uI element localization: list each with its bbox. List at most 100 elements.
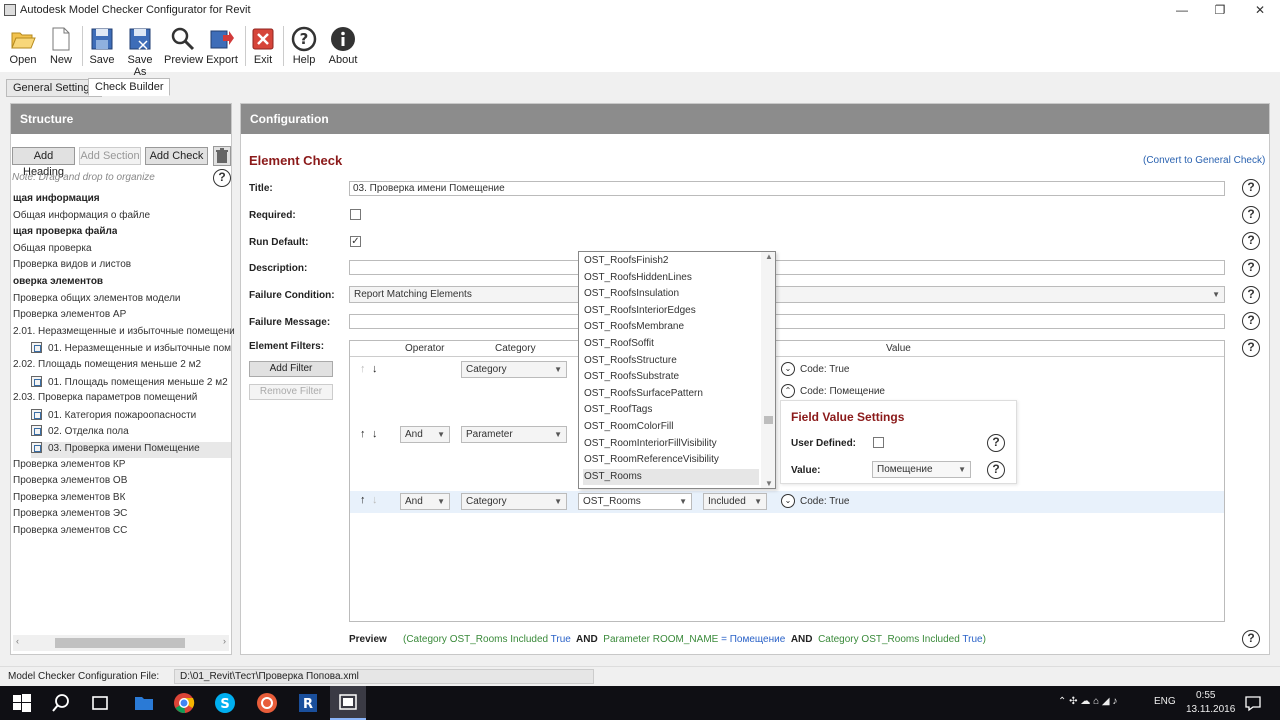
tree-section-item[interactable]: Проверка элементов СС [13, 525, 127, 541]
move-down-icon[interactable]: ↓ [372, 494, 378, 506]
file-explorer-icon[interactable] [132, 691, 156, 715]
dropdown-option[interactable]: OST_RoofsInteriorEdges [583, 303, 759, 319]
category-select[interactable]: Category ▼ [461, 493, 567, 510]
taskbar-active-app[interactable] [330, 686, 366, 720]
dropdown-option[interactable]: OST_RoomInteriorFillVisibility [583, 436, 759, 452]
tree-check-item[interactable]: 01. Неразмещенные и избыточные пом [31, 342, 231, 358]
tree-check-item[interactable]: 02. Отделка пола [31, 425, 129, 441]
tree-section-item[interactable]: Проверка элементов ОВ [13, 475, 127, 491]
tree-section-item[interactable]: щая информация [13, 193, 100, 209]
dropdown-option[interactable]: OST_RoofsHiddenLines [583, 270, 759, 286]
tree-section-item[interactable]: Проверка элементов ЭС [13, 508, 127, 524]
scroll-up-icon[interactable]: ▲ [765, 252, 773, 261]
required-checkbox[interactable] [350, 209, 361, 220]
add-section-button[interactable]: Add Section [79, 147, 141, 165]
run-default-help-icon[interactable]: ? [1242, 232, 1260, 250]
tree-section-item[interactable]: 2.03. Проверка параметров помещений [13, 392, 197, 408]
chrome-icon[interactable] [172, 691, 196, 715]
structure-help-icon[interactable]: ? [213, 169, 231, 187]
scroll-left-icon[interactable]: ‹ [16, 636, 19, 646]
dropdown-option[interactable]: OST_RoofsFinish2 [583, 253, 759, 269]
tree-section-item[interactable]: Общая информация о файле [13, 210, 150, 226]
tree-section-item[interactable]: Проверка элементов КР [13, 459, 125, 475]
description-help-icon[interactable]: ? [1242, 259, 1260, 277]
category-select[interactable]: Parameter ▼ [461, 426, 567, 443]
delete-button[interactable] [213, 146, 231, 166]
move-down-icon[interactable]: ↓ [372, 428, 378, 440]
expand-icon[interactable]: ⌄ [781, 494, 795, 508]
add-heading-button[interactable]: Add Heading [12, 147, 75, 178]
save-button[interactable]: Save [86, 20, 118, 70]
add-check-button[interactable]: Add Check [145, 147, 208, 165]
revit-icon[interactable]: R [296, 691, 320, 715]
dropdown-option[interactable]: OST_RoofsSubstrate [583, 369, 759, 385]
move-up-icon[interactable]: ↑ [360, 363, 366, 375]
close-window-button[interactable]: ✕ [1240, 0, 1280, 20]
filter-row-selected[interactable]: ↑ ↓ And ▼ Category ▼ OST_Rooms ▼ Included ▼ … [350, 491, 1224, 513]
user-defined-help-icon[interactable]: ? [987, 434, 1005, 452]
tree-section-item[interactable]: Проверка элементов ВК [13, 492, 125, 508]
move-up-icon[interactable]: ↑ [360, 428, 366, 440]
about-button[interactable]: About [324, 20, 362, 70]
dropdown-option[interactable]: OST_RoofsInsulation [583, 286, 759, 302]
operator-select[interactable]: And ▼ [400, 493, 450, 510]
move-down-icon[interactable]: ↓ [372, 363, 378, 375]
dropdown-option[interactable]: OST_Rooms [583, 468, 759, 485]
title-input[interactable]: 03. Проверка имени Помещение [349, 181, 1225, 196]
tree-section-item[interactable]: Общая проверка [13, 243, 92, 259]
search-icon[interactable] [49, 691, 73, 715]
language-indicator[interactable]: ENG [1154, 696, 1176, 707]
tree-section-item[interactable]: Проверка элементов АР [13, 309, 126, 325]
preview-help-icon[interactable]: ? [1242, 630, 1260, 648]
minimize-button[interactable]: — [1162, 0, 1202, 20]
clock-time[interactable]: 0:55 [1196, 690, 1215, 701]
convert-to-general-check-link[interactable]: (Convert to General Check) [1143, 155, 1265, 166]
export-button[interactable]: Export [204, 20, 240, 70]
category-dropdown-list[interactable]: OST_RoofsFinish2 OST_RoofsHiddenLines OST_… [578, 251, 776, 489]
add-filter-button[interactable]: Add Filter [249, 361, 333, 377]
element-filters-help-icon[interactable]: ? [1242, 339, 1260, 357]
user-defined-checkbox[interactable] [873, 437, 884, 448]
tree-horizontal-scrollbar[interactable]: ‹ › [13, 635, 229, 651]
notifications-icon[interactable] [1244, 694, 1262, 712]
open-button[interactable]: Open [4, 20, 42, 70]
failure-condition-select[interactable]: Report Matching Elements ▼ [349, 286, 1225, 303]
windows-start-icon[interactable] [10, 691, 34, 715]
new-button[interactable]: New [44, 20, 78, 70]
dropdown-option[interactable]: OST_RoofSoffit [583, 336, 759, 352]
tree-section-item[interactable]: Проверка видов и листов [13, 259, 131, 275]
tree-check-item[interactable]: 01. Площадь помещения меньше 2 м2 [31, 375, 228, 392]
help-button[interactable]: ? Help [286, 20, 322, 70]
tree-section-item[interactable]: 2.02. Площадь помещения меньше 2 м2 [13, 359, 201, 375]
tree-section-item[interactable]: Проверка общих элементов модели [13, 293, 181, 309]
dropdown-option[interactable]: OST_RoofsStructure [583, 353, 759, 369]
run-default-checkbox[interactable]: ✓ [350, 236, 361, 247]
dropdown-option[interactable]: OST_RoofsMembrane [583, 319, 759, 335]
preview-button[interactable]: Preview [164, 20, 203, 70]
required-help-icon[interactable]: ? [1242, 206, 1260, 224]
tray-icons[interactable]: ⌃ ✣ ☁ ⌂ ◢ ♪ [1058, 696, 1117, 707]
failure-condition-help-icon[interactable]: ? [1242, 286, 1260, 304]
tree-check-item[interactable]: 03. Проверка имени Помещение [31, 442, 231, 458]
skype-icon[interactable]: S [213, 691, 237, 715]
dropdown-option[interactable]: OST_RoofTags [583, 402, 759, 418]
value-select[interactable]: OST_Rooms ▼ [578, 493, 692, 510]
dropdown-option[interactable]: OST_RoofsSurfacePattern [583, 386, 759, 402]
move-up-icon[interactable]: ↑ [360, 494, 366, 506]
task-view-icon[interactable] [88, 691, 112, 715]
filter-row[interactable]: ↑ ↓ Category ▼ ⌄ Code: True [350, 359, 1224, 383]
dropdown-option[interactable]: OST_RoomColorFill [583, 419, 759, 435]
failure-message-help-icon[interactable]: ? [1242, 312, 1260, 330]
maximize-button[interactable]: ❐ [1200, 0, 1240, 20]
save-as-button[interactable]: Save As [120, 20, 160, 78]
tab-check-builder[interactable]: Check Builder [88, 78, 171, 96]
description-input[interactable] [349, 260, 1225, 275]
app-icon-orange[interactable] [255, 691, 279, 715]
tree-section-item[interactable]: щая проверка файла [13, 226, 117, 242]
remove-filter-button[interactable]: Remove Filter [249, 384, 333, 400]
dropdown-scrollbar[interactable]: ▲ ▼ [761, 252, 775, 488]
operator-select[interactable]: And ▼ [400, 426, 450, 443]
scrollbar-thumb[interactable] [55, 638, 185, 648]
field-value-select[interactable]: Помещение ▼ [872, 461, 971, 478]
failure-message-input[interactable] [349, 314, 1225, 329]
